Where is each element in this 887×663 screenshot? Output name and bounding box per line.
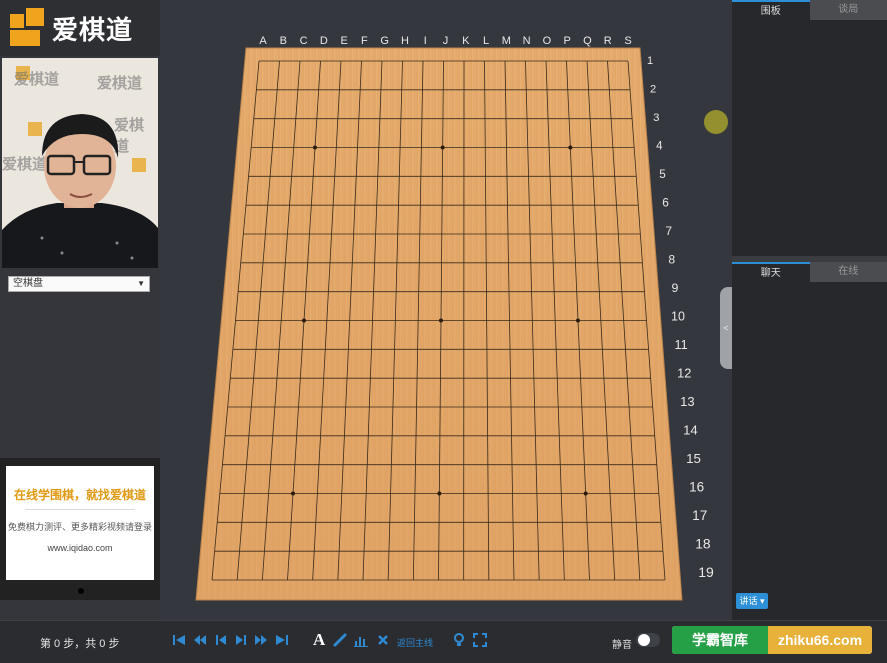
- row-label: 13: [680, 394, 694, 409]
- app-window: 爱棋道 爱棋道 爱棋道 爱棋道 爱棋道 空棋盘 ▼ 在线学围棋，就找爱棋道 免费…: [0, 0, 887, 663]
- row-label: 1: [647, 55, 653, 67]
- row-label: 6: [662, 196, 669, 210]
- chat-send-button[interactable]: 讲话 ▾: [736, 593, 768, 609]
- panel-collapse-handle[interactable]: <: [720, 287, 732, 369]
- column-label: M: [502, 35, 511, 47]
- prev-move-icon[interactable]: [214, 633, 228, 647]
- teacher-video: 爱棋道 爱棋道 爱棋道 爱棋道: [2, 58, 158, 268]
- top-tab-bar: 围板 谈局: [732, 0, 887, 20]
- mute-toggle[interactable]: [636, 633, 660, 647]
- brand-name: 爱棋道: [52, 14, 134, 45]
- mute-label: 静音: [612, 640, 632, 651]
- column-label: E: [340, 35, 347, 47]
- row-label: 9: [671, 281, 678, 295]
- column-label: G: [380, 35, 389, 47]
- close-icon[interactable]: [377, 633, 389, 647]
- brush-icon[interactable]: [333, 633, 347, 647]
- star-point: [576, 318, 580, 323]
- next-move-icon[interactable]: [234, 633, 248, 647]
- tab-discussion[interactable]: 谈局: [809, 0, 887, 20]
- row-label: 3: [653, 112, 659, 124]
- row-label: 2: [650, 84, 656, 96]
- ad-subtitle: 免费棋力测评、更多精彩视频请登录: [7, 522, 152, 532]
- star-point: [440, 145, 445, 150]
- left-panel: 爱棋道 爱棋道 爱棋道 爱棋道 爱棋道 空棋盘 ▼ 在线学围棋，就找爱棋道 免费…: [0, 0, 160, 620]
- ad-url[interactable]: www.iqidao.com: [6, 543, 154, 553]
- column-label: R: [604, 35, 612, 47]
- row-label: 5: [659, 168, 665, 181]
- column-label: J: [443, 35, 449, 47]
- star-point: [568, 145, 573, 150]
- fullscreen-icon[interactable]: [473, 633, 487, 647]
- ad-banner[interactable]: 在线学围棋，就找爱棋道 免费棋力测评、更多精彩视频请登录 www.iqidao.…: [0, 458, 160, 600]
- carousel-dot[interactable]: [78, 588, 84, 594]
- star-point: [439, 318, 443, 323]
- row-label: 11: [675, 338, 688, 352]
- chevron-down-icon: ▼: [137, 279, 145, 288]
- brand-logo: 爱棋道: [0, 0, 160, 56]
- board-area: ABCDEFGHIJKLMNOPQRS 1 2 3 4 5 6 7 8 9 10 11 12 13 14 1…: [160, 0, 732, 620]
- tab-board-variation[interactable]: 围板: [732, 0, 810, 20]
- mouse-cursor-indicator: [704, 110, 728, 134]
- column-labels: A B CDE FGH I J K L MNOP QRS: [259, 35, 631, 47]
- star-point: [437, 491, 442, 496]
- column-label: K: [462, 35, 470, 47]
- row-label: 17: [692, 508, 707, 523]
- row-label: 10: [671, 310, 685, 324]
- ad-card: 在线学围棋，就找爱棋道 免费棋力测评、更多精彩视频请登录 www.iqidao.…: [6, 466, 154, 580]
- watermark-left: 学霸智库: [672, 626, 768, 654]
- star-point: [583, 491, 588, 496]
- logo-icon: [10, 8, 44, 48]
- text-tool-button[interactable]: A: [313, 630, 325, 650]
- rewind-icon[interactable]: [193, 633, 207, 647]
- bar-chart-icon[interactable]: [354, 633, 368, 647]
- row-label: 12: [677, 366, 691, 381]
- board-select[interactable]: 空棋盘 ▼: [8, 276, 150, 292]
- right-panel: 围板 谈局 聊天 在线: [732, 0, 887, 663]
- column-label: B: [280, 35, 287, 47]
- column-label: N: [523, 35, 531, 47]
- row-label: 18: [695, 536, 711, 552]
- step-counter: 第 0 步，共 0 步: [40, 638, 120, 650]
- column-label: A: [259, 35, 267, 47]
- fast-forward-icon[interactable]: [254, 633, 268, 647]
- hint-bulb-icon[interactable]: [453, 633, 465, 647]
- go-board[interactable]: ABCDEFGHIJKLMNOPQRS 12345678910111213141…: [160, 0, 732, 620]
- row-label: 8: [668, 253, 675, 267]
- board-select-value: 空棋盘: [13, 278, 43, 289]
- column-label: S: [624, 35, 631, 47]
- last-move-icon[interactable]: [275, 633, 289, 647]
- column-label: I: [424, 35, 427, 47]
- row-label: 16: [689, 480, 704, 495]
- column-label: D: [320, 35, 328, 47]
- column-label: F: [361, 35, 368, 47]
- teacher-figure: [2, 114, 158, 268]
- column-label: Q: [583, 35, 592, 47]
- tab-online[interactable]: 在线: [809, 262, 887, 282]
- back-to-main-line-button[interactable]: 返回主线: [397, 636, 433, 649]
- star-point: [313, 145, 317, 150]
- bottom-tab-bar: 聊天 在线: [732, 262, 887, 282]
- column-label: H: [401, 35, 409, 47]
- ad-title: 在线学围棋，就找爱棋道: [13, 488, 146, 502]
- row-label: 14: [683, 423, 698, 438]
- star-point: [302, 318, 306, 323]
- column-label: P: [563, 35, 570, 47]
- row-label: 4: [656, 141, 663, 153]
- tab-chat[interactable]: 聊天: [732, 262, 810, 282]
- column-label: O: [543, 35, 552, 47]
- row-label: 15: [686, 451, 701, 466]
- column-label: C: [300, 35, 308, 47]
- star-point: [291, 491, 295, 496]
- watermark-right: zhiku66.com: [768, 626, 872, 654]
- row-label: 19: [698, 564, 714, 580]
- column-label: L: [483, 35, 489, 47]
- first-move-icon[interactable]: [172, 633, 186, 647]
- watermark-logo: 学霸智库 zhiku66.com: [672, 626, 872, 654]
- row-label: 7: [665, 224, 672, 238]
